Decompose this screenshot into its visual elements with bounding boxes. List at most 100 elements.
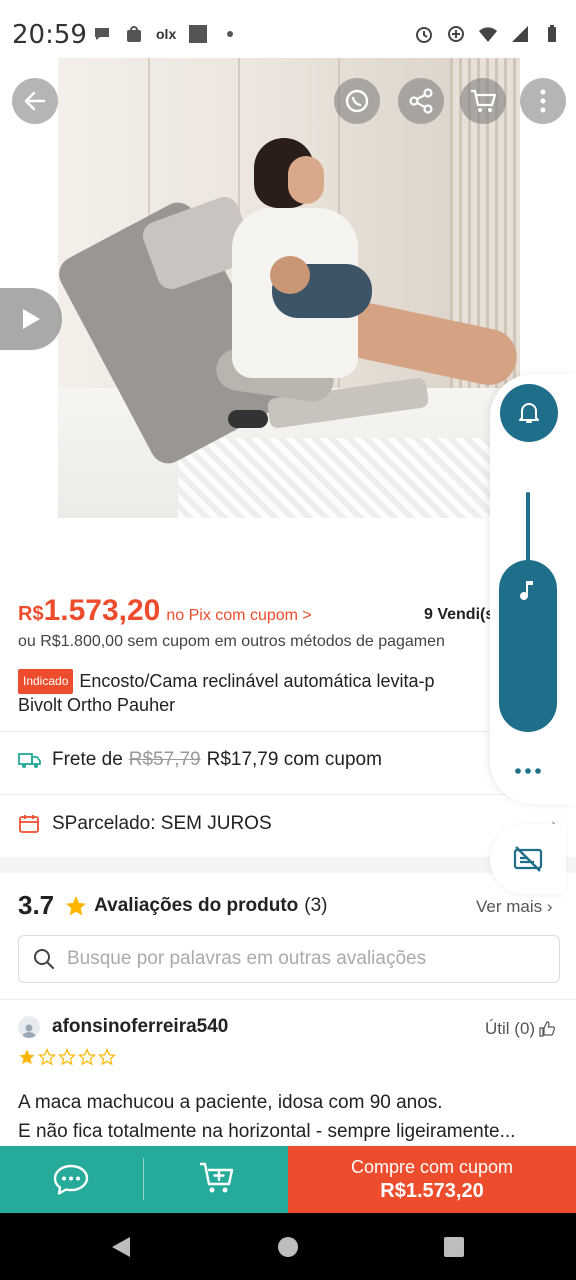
dots-icon [515, 768, 541, 774]
star-empty-icon [38, 1048, 56, 1066]
notification-icons: olx [92, 24, 240, 44]
add-to-cart-icon [200, 1162, 234, 1193]
bottom-left-actions [0, 1146, 288, 1213]
rating-header: 3.7 Avaliações do produto (3) [18, 890, 328, 921]
buy-label: Compre com cupom [350, 1156, 514, 1177]
calendar-icon [18, 812, 42, 836]
avatar [18, 1016, 40, 1038]
olx-icon: olx [156, 26, 177, 42]
media-volume-slider[interactable] [499, 560, 557, 732]
more-vertical-icon [540, 89, 546, 113]
alternative-price: ou R$1.800,00 sem cupom em outros método… [18, 633, 445, 650]
chat-bubble-icon [95, 28, 109, 40]
more-options-button[interactable] [520, 78, 566, 124]
shipping-old-price: R$57,79 [128, 749, 201, 770]
buy-price: R$1.573,20 [380, 1179, 484, 1202]
reviews-count: (3) [304, 894, 328, 916]
image-baby-head [270, 256, 310, 294]
data-saver-icon [448, 26, 464, 42]
star-empty-icon [78, 1048, 96, 1066]
shipping-row[interactable]: Frete de R$57,79 R$17,79 com cupom [18, 748, 382, 772]
system-nav-bar [0, 1213, 576, 1280]
see-more-link[interactable]: Ver mais › [476, 897, 553, 917]
sold-count: 9 Vendi(s) [424, 606, 500, 623]
see-more-label: Ver mais [476, 897, 543, 916]
price-value: 1.573,20 [43, 594, 161, 627]
star-icon [66, 895, 87, 915]
installments-label: SParcelado: SEM JUROS [52, 813, 272, 834]
share-button[interactable] [398, 78, 444, 124]
reviewer-row: afonsinoferreira540 [18, 1016, 228, 1038]
wifi-icon [479, 27, 497, 42]
image-quilt [178, 438, 520, 518]
review-text-line2: E não fica totalmente na horizontal - se… [18, 1121, 516, 1142]
star-empty-icon [98, 1048, 116, 1066]
add-to-cart-button[interactable] [198, 1160, 236, 1201]
product-title-line1: Encosto/Cama reclinável automática levit… [79, 671, 435, 691]
status-time: 20:59 [12, 20, 87, 50]
nav-home-icon[interactable] [278, 1237, 298, 1257]
review-stars [18, 1048, 116, 1066]
app-square-icon [189, 25, 208, 43]
useful-button[interactable]: Útil (0) [485, 1019, 556, 1039]
star-empty-icon [58, 1048, 76, 1066]
share-icon [409, 88, 433, 114]
star-filled-icon [19, 1049, 35, 1065]
price-row: R$ 1.573,20 no Pix com cupom > [18, 594, 312, 628]
reviews-title: Avaliações do produto [94, 894, 299, 916]
indicado-badge: Indicado [18, 669, 74, 694]
review-text[interactable]: A maca machucou a paciente, idosa com 90… [18, 1088, 558, 1146]
chevron-right-icon: › [546, 897, 553, 916]
back-arrow-icon [24, 91, 46, 111]
price-currency: R$ [18, 603, 44, 625]
captions-button[interactable] [490, 824, 566, 894]
more-media-button[interactable] [510, 756, 546, 786]
signal-icon [512, 26, 528, 42]
notification-bell-button[interactable] [500, 384, 558, 442]
rating-value: 3.7 [18, 890, 55, 920]
shopping-bag-icon [127, 26, 141, 42]
cart-icon [471, 89, 497, 112]
captions-off-icon [513, 846, 543, 872]
play-video-button[interactable] [0, 288, 62, 350]
cart-button[interactable] [460, 78, 506, 124]
divider [0, 999, 576, 1000]
nav-back-icon[interactable] [110, 1235, 132, 1259]
thumbs-up-icon [539, 1021, 556, 1037]
bottom-action-bar: Compre com cupom R$1.573,20 [0, 1146, 576, 1213]
bottom-separator [143, 1158, 144, 1200]
product-title: Indicado Encosto/Cama reclinável automáti… [18, 669, 488, 717]
search-icon [34, 949, 54, 969]
product-image[interactable] [58, 58, 520, 518]
back-button[interactable] [12, 78, 58, 124]
search-placeholder: Busque por palavras em outras avaliações [67, 948, 427, 969]
nav-recents-icon[interactable] [444, 1237, 464, 1257]
reviewer-name: afonsinoferreira540 [52, 1016, 229, 1037]
review-text-line1: A maca machucou a paciente, idosa com 90… [18, 1092, 443, 1113]
shipping-new-price: R$17,79 com cupom [206, 749, 382, 770]
divider [0, 794, 576, 795]
image-person-face [288, 156, 324, 204]
alarm-icon [416, 27, 432, 43]
bell-icon [519, 403, 539, 423]
useful-label: Útil (0) [485, 1019, 536, 1038]
truck-icon [18, 748, 42, 772]
music-note-icon [520, 581, 533, 600]
whatsapp-icon [345, 89, 369, 113]
review-search-input[interactable]: Busque por palavras em outras avaliações [18, 935, 560, 983]
installments-row[interactable]: SParcelado: SEM JUROS [18, 812, 272, 836]
user-icon [22, 1024, 36, 1038]
whatsapp-share-button[interactable] [334, 78, 380, 124]
pix-coupon-link[interactable]: no Pix com cupom > [166, 607, 311, 625]
battery-icon [548, 25, 556, 42]
product-page: 20:59 olx R$ 1.573,20 no Pix com cupom >… [0, 0, 576, 1280]
shipping-prefix: Frete de [52, 749, 123, 770]
system-icons [414, 24, 562, 44]
image-remote [228, 410, 268, 428]
buy-with-coupon-button[interactable]: Compre com cupom R$1.573,20 [288, 1146, 576, 1213]
chat-icon [53, 1164, 89, 1195]
chat-button[interactable] [52, 1162, 90, 1203]
dot-icon [227, 31, 234, 37]
product-title-line2: Bivolt Ortho Pauher [18, 695, 176, 715]
play-icon [23, 309, 40, 329]
